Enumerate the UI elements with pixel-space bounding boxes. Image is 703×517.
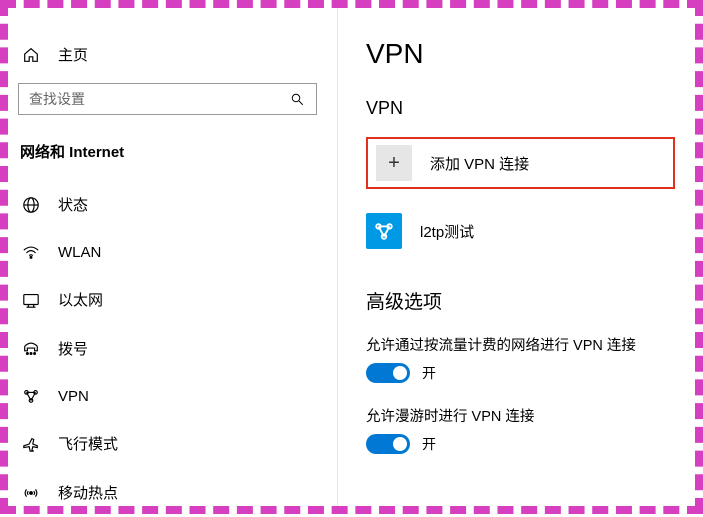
sidebar-item-airplane[interactable]: 飞行模式 [18,419,317,468]
search-input[interactable] [29,91,288,107]
toggle-metered-switch[interactable] [366,363,410,383]
add-vpn-label: 添加 VPN 连接 [430,153,529,174]
sidebar-item-label: 以太网 [58,289,103,310]
toggle-roaming: 开 [366,434,675,454]
sidebar-item-wlan[interactable]: WLAN [18,229,317,275]
sidebar-item-hotspot[interactable]: 移动热点 [18,468,317,517]
toggle-roaming-switch[interactable] [366,434,410,454]
main-content: VPN VPN + 添加 VPN 连接 l2tp测试 高级选项 允许通过按流量计… [338,8,695,506]
sidebar-item-label: 飞行模式 [58,433,118,454]
airplane-icon [22,435,40,453]
sidebar-item-label: 移动热点 [58,482,118,503]
sidebar-item-vpn[interactable]: VPN [18,373,317,419]
plus-icon: + [376,145,412,181]
add-vpn-button[interactable]: + 添加 VPN 连接 [366,137,675,189]
dialup-icon [22,340,40,358]
sidebar-item-label: VPN [58,388,89,405]
wifi-icon [22,243,40,261]
globe-icon [22,196,40,214]
toggle-metered-state: 开 [422,363,436,383]
search-input-wrapper[interactable] [18,83,317,115]
search-icon [288,90,306,108]
home-link[interactable]: 主页 [18,44,317,83]
toggle-metered: 开 [366,363,675,383]
vpn-icon [22,387,40,405]
home-label: 主页 [58,44,88,65]
vpn-connection-item[interactable]: l2tp测试 [366,211,675,277]
hotspot-icon [22,484,40,502]
category-title: 网络和 Internet [18,141,317,162]
vpn-connection-icon [366,213,402,249]
sidebar-item-dialup[interactable]: 拨号 [18,324,317,373]
advanced-title: 高级选项 [366,287,675,314]
sidebar: 主页 网络和 Internet 状态 WLAN 以太网 [8,8,338,506]
setting-label: 允许漫游时进行 VPN 连接 [366,405,675,426]
sidebar-item-label: 拨号 [58,338,88,359]
home-icon [22,46,40,64]
vpn-connection-label: l2tp测试 [420,221,474,242]
page-title: VPN [366,38,675,70]
sidebar-item-ethernet[interactable]: 以太网 [18,275,317,324]
sidebar-item-label: WLAN [58,244,101,261]
sidebar-item-status[interactable]: 状态 [18,180,317,229]
ethernet-icon [22,291,40,309]
toggle-roaming-state: 开 [422,434,436,454]
section-title: VPN [366,98,675,119]
sidebar-item-label: 状态 [58,194,88,215]
setting-label: 允许通过按流量计费的网络进行 VPN 连接 [366,334,675,355]
